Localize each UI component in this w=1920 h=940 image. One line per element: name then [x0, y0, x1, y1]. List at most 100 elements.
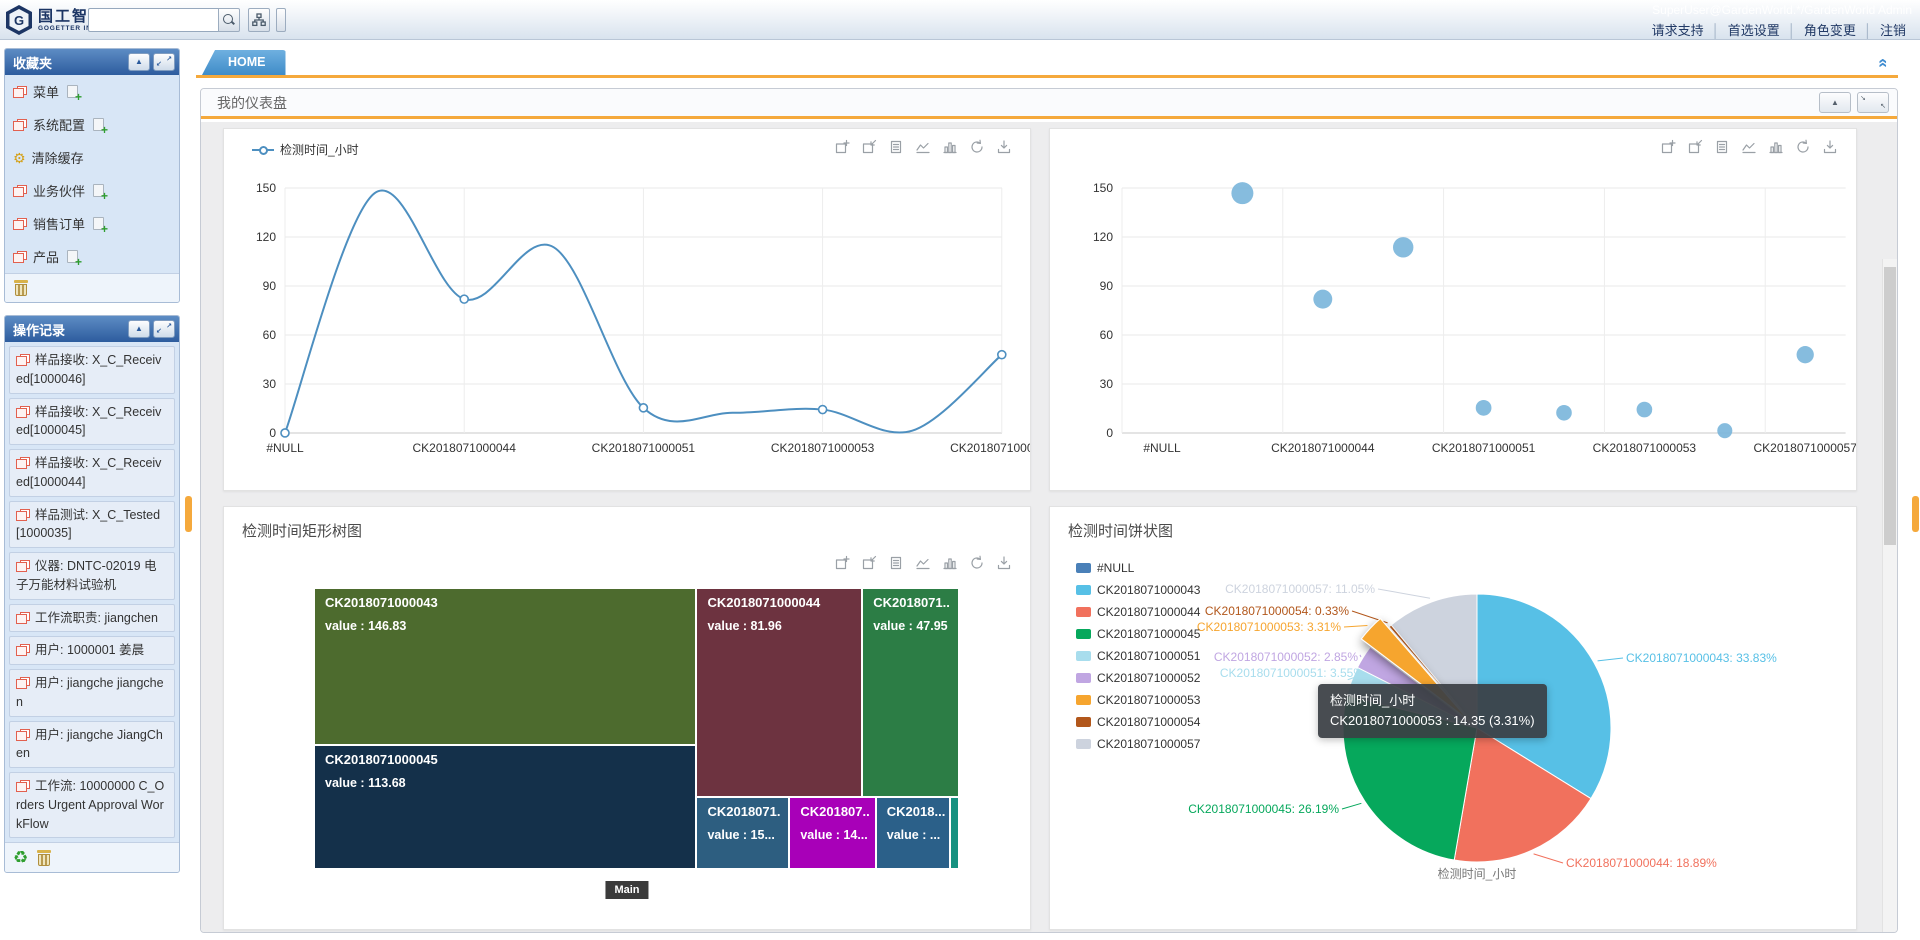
record-item[interactable]: 样品接收: X_C_Received[1000045]	[9, 398, 175, 446]
tooltip-series-line: 检测时间_小时	[1330, 691, 1535, 711]
favorite-item-label: 业务伙伴	[33, 181, 85, 200]
treemap-node[interactable]: CK2018071000043value : 146.83	[314, 588, 696, 745]
right-splitter-handle[interactable]	[1912, 496, 1919, 532]
search-button[interactable]	[218, 8, 240, 32]
legend-item-label: CK2018071000051	[1097, 649, 1200, 663]
favorite-item[interactable]: 业务伙伴	[5, 174, 179, 207]
treemap-node[interactable]: CK2018071000044 value : 81.96	[696, 588, 862, 797]
trash-icon[interactable]	[36, 850, 52, 866]
favorite-item-label: 清除缓存	[32, 148, 84, 167]
data-view-icon[interactable]	[888, 555, 904, 571]
record-item[interactable]: 样品接收: X_C_Received[1000044]	[9, 449, 175, 497]
bar-chart-icon[interactable]	[942, 555, 958, 571]
download-icon[interactable]	[996, 555, 1012, 571]
pie-legend-item[interactable]: CK2018071000057	[1076, 733, 1200, 755]
trash-icon[interactable]	[13, 280, 29, 296]
topnav-link[interactable]: 注销	[1880, 23, 1906, 38]
line-chart-card: 检测时间_小时 0306090120150#NULLCK201807100004…	[223, 128, 1031, 491]
pie-legend-item[interactable]: CK2018071000052	[1076, 667, 1200, 689]
window-icon	[13, 119, 27, 131]
collapse-diagonal-icon: ↘↖	[1858, 93, 1888, 112]
topnav-link[interactable]: 首选设置	[1728, 23, 1780, 38]
add-favorite-icon[interactable]	[67, 250, 78, 263]
menu-tree-button[interactable]	[248, 8, 270, 32]
pie-legend-item[interactable]: CK2018071000051	[1076, 645, 1200, 667]
topnav-link[interactable]: 角色变更	[1804, 23, 1856, 38]
treemap-node-value: value : ...	[887, 828, 941, 842]
refresh-icon[interactable]	[969, 555, 985, 571]
line-chart-icon[interactable]	[915, 555, 931, 571]
tab-home[interactable]: HOME	[202, 50, 286, 75]
treemap-node-name: CK2018071000044	[707, 595, 820, 610]
favorite-item[interactable]: 产品	[5, 240, 179, 273]
svg-text:30: 30	[1100, 377, 1114, 391]
favorite-item[interactable]: 系统配置	[5, 108, 179, 141]
window-icon	[16, 677, 30, 689]
pie-slice-label: CK2018071000045: 26.19%	[1188, 802, 1339, 816]
favorites-expand-button[interactable]: ↗↙	[153, 53, 175, 71]
zoom-box-icon[interactable]	[834, 555, 850, 571]
treemap-node-name: CK2018071000043	[325, 595, 438, 610]
refresh-records-icon[interactable]: ♻	[13, 849, 28, 866]
treemap-canvas[interactable]: CK2018071000043value : 146.83CK201807100…	[314, 588, 959, 869]
record-item[interactable]: 工作流: 10000000 C_Orders Urgent Approval W…	[9, 772, 175, 838]
favorite-item[interactable]: 销售订单	[5, 207, 179, 240]
treemap-node[interactable]: CK2018071000045value : 113.68	[314, 745, 696, 869]
treemap-node[interactable]	[950, 797, 959, 869]
record-item[interactable]: 用户: jiangche JiangChen	[9, 721, 175, 769]
treemap-node-value: value : 14...	[800, 828, 867, 842]
treemap-node[interactable]: CK2018071.value : 15...	[696, 797, 789, 869]
pie-legend-item[interactable]: #NULL	[1076, 557, 1200, 579]
record-item[interactable]: 工作流职责: jiangchen	[9, 604, 175, 633]
user-info: SuperUser@GardenWorld.*/GardenWorld Admi…	[1652, 3, 1912, 17]
favorite-item[interactable]: ⚙清除缓存	[5, 141, 179, 174]
treemap-breadcrumb[interactable]: Main	[605, 881, 648, 899]
vertical-scrollbar[interactable]	[1882, 259, 1897, 932]
add-favorite-icon[interactable]	[67, 85, 78, 98]
treemap-node-name: CK2018071000045	[325, 752, 438, 767]
dashboard-minimize-button[interactable]: ↘↖	[1857, 92, 1889, 113]
record-item[interactable]: 样品测试: X_C_Tested[1000035]	[9, 501, 175, 549]
pie-legend-item[interactable]: CK2018071000054	[1076, 711, 1200, 733]
treemap-title: 检测时间矩形树图	[242, 520, 362, 541]
pie-slice-label: CK2018071000051: 3.55%	[1220, 666, 1364, 680]
search-icon	[223, 14, 235, 26]
favorites-collapse-button[interactable]: ▲	[128, 53, 150, 71]
dashboard-collapse-button[interactable]: ▲	[1819, 92, 1851, 113]
scrollbar-thumb[interactable]	[1884, 267, 1896, 545]
favorite-item[interactable]: 菜单	[5, 75, 179, 108]
add-favorite-icon[interactable]	[93, 118, 104, 131]
add-favorite-icon[interactable]	[93, 217, 104, 230]
window-icon	[13, 86, 27, 98]
add-favorite-icon[interactable]	[93, 184, 104, 197]
pie-legend-item[interactable]: CK2018071000045	[1076, 623, 1200, 645]
treemap-node[interactable]: CK201807..value : 14...	[789, 797, 875, 869]
zoom-restore-icon[interactable]	[861, 555, 877, 571]
global-search-input[interactable]	[88, 8, 218, 32]
pie-legend-item[interactable]: CK2018071000043	[1076, 579, 1200, 601]
record-item[interactable]: 仪器: DNTC-02019 电子万能材料试验机	[9, 552, 175, 600]
legend-item-label: CK2018071000045	[1097, 627, 1200, 641]
svg-text:CK2018071000053: CK2018071000053	[771, 441, 875, 455]
legend-color-chip	[1076, 563, 1091, 573]
svg-text:CK2018071000057: CK2018071000057	[950, 441, 1031, 455]
record-item[interactable]: 用户: jiangche jiangchen	[9, 669, 175, 717]
record-item[interactable]: 用户: 1000001 姜晨	[9, 636, 175, 665]
spacer-button[interactable]	[276, 8, 286, 32]
collapse-tabs-chevron-icon[interactable]: «	[1873, 58, 1893, 67]
topnav-link[interactable]: 请求支持	[1652, 23, 1704, 38]
pie-slice-label: CK2018071000052: 2.85%	[1214, 650, 1358, 664]
treemap-node[interactable]: CK2018...value : ...	[876, 797, 950, 869]
records-expand-button[interactable]: ↗↙	[153, 320, 175, 338]
record-item[interactable]: 样品接收: X_C_Received[1000046]	[9, 346, 175, 394]
pie-legend-item[interactable]: CK2018071000044	[1076, 601, 1200, 623]
pie-legend-item[interactable]: CK2018071000053	[1076, 689, 1200, 711]
records-collapse-button[interactable]: ▲	[128, 320, 150, 338]
treemap-node-value: value : 15...	[707, 828, 774, 842]
line-chart-canvas[interactable]: 0306090120150#NULLCK2018071000044CK20180…	[224, 129, 1031, 491]
treemap-node[interactable]: CK2018071..value : 47.95	[862, 588, 959, 797]
treemap-node-value: value : 81.96	[707, 619, 781, 633]
scatter-chart-canvas[interactable]: 0306090120150#NULLCK2018071000044CK20180…	[1050, 129, 1857, 491]
left-splitter-handle[interactable]	[185, 496, 192, 532]
scatter-chart-card: 0306090120150#NULLCK2018071000044CK20180…	[1049, 128, 1857, 491]
